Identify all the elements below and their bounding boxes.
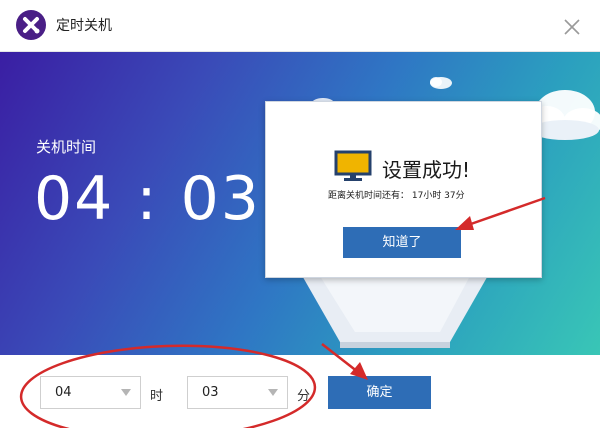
- app-logo-icon: [16, 10, 46, 40]
- chevron-down-icon: [121, 389, 131, 396]
- got-it-button[interactable]: 知道了: [343, 227, 461, 258]
- shutdown-time-display: 04:03: [34, 164, 261, 234]
- remaining-time-text: 距离关机时间还有： 17小时 37分: [328, 191, 465, 201]
- minute-unit-label: 分: [297, 389, 311, 404]
- cloud-icon: [430, 77, 452, 89]
- minute-select-value: 03: [202, 385, 219, 400]
- hour-unit-label: 时: [150, 389, 164, 404]
- hour-select-value: 04: [55, 385, 72, 400]
- shutdown-minutes: 03: [180, 164, 261, 234]
- time-separator: :: [136, 164, 159, 234]
- window-title: 定时关机: [56, 18, 112, 34]
- time-settings-bar: 04 时 03 分 确定: [0, 355, 600, 428]
- success-dialog: 设置成功! 距离关机时间还有： 17小时 37分 知道了: [265, 101, 542, 278]
- timer-shutdown-window: 定时关机 关机时间 04:03 设置成功! 距离关机时间还有： 17小时 37分…: [0, 0, 600, 428]
- monitor-icon: [334, 150, 372, 181]
- hour-select[interactable]: 04: [40, 376, 141, 409]
- chevron-down-icon: [268, 389, 278, 396]
- shutdown-hours: 04: [34, 164, 115, 234]
- minute-select[interactable]: 03: [187, 376, 288, 409]
- dialog-title: 设置成功!: [382, 158, 471, 182]
- confirm-button[interactable]: 确定: [328, 376, 431, 409]
- shutdown-time-label: 关机时间: [36, 138, 97, 156]
- title-bar: 定时关机: [0, 0, 600, 52]
- close-icon[interactable]: [561, 16, 583, 38]
